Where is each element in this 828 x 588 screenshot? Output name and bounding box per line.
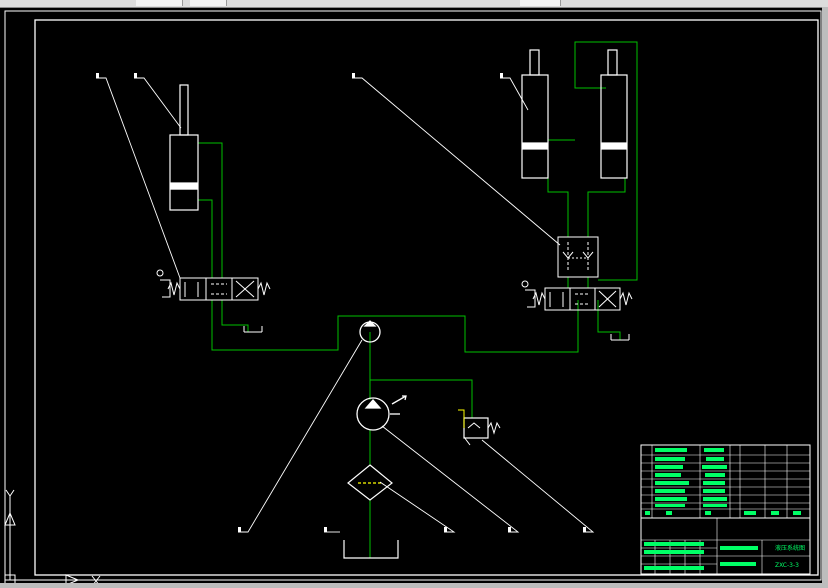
vertical-scrollbar[interactable] xyxy=(822,7,828,588)
sheet-inner-border xyxy=(34,19,819,576)
right-hydraulic-cylinder-a[interactable] xyxy=(521,49,549,179)
right-hydraulic-cylinder-b[interactable] xyxy=(600,49,628,179)
relief-valve[interactable] xyxy=(458,409,501,446)
variable-displacement-pump[interactable] xyxy=(356,395,407,431)
left-hydraulic-cylinder[interactable] xyxy=(169,84,199,211)
drawing-code: ZXC-3-3 xyxy=(775,562,799,569)
oil-filter[interactable] xyxy=(347,464,393,501)
title-block: 液压系统图 ZXC-3-3 xyxy=(640,444,811,575)
right-directional-valve[interactable] xyxy=(521,280,633,311)
drawing-canvas[interactable]: 液压系统图 ZXC-3-3 xyxy=(0,0,828,588)
drawing-name: 液压系统图 xyxy=(775,544,805,552)
oil-tank-left xyxy=(243,326,263,333)
horizontal-scrollbar[interactable] xyxy=(0,583,822,588)
ucs-icon xyxy=(4,489,101,587)
left-directional-valve[interactable] xyxy=(156,269,271,301)
pipe-network xyxy=(198,41,638,558)
sheet-outer-border xyxy=(4,10,822,581)
oil-tank-main xyxy=(343,540,399,559)
hydraulic-lock-valve[interactable] xyxy=(557,236,599,278)
